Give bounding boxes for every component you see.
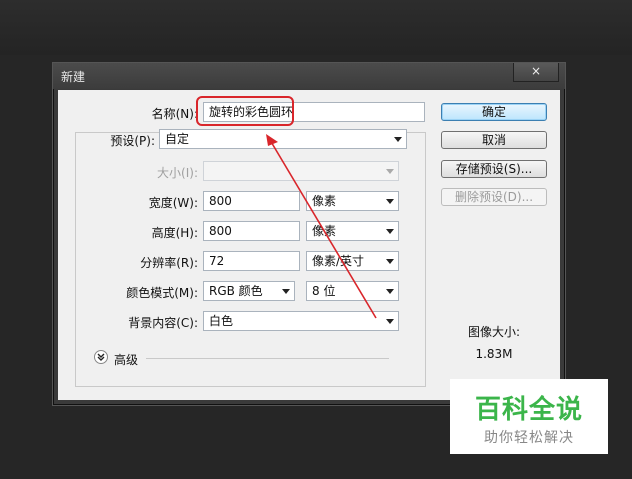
watermark: 百科全说 助你轻松解决: [450, 379, 608, 454]
watermark-title: 百科全说: [474, 395, 583, 425]
watermark-subtitle: 助你轻松解决: [484, 430, 574, 446]
